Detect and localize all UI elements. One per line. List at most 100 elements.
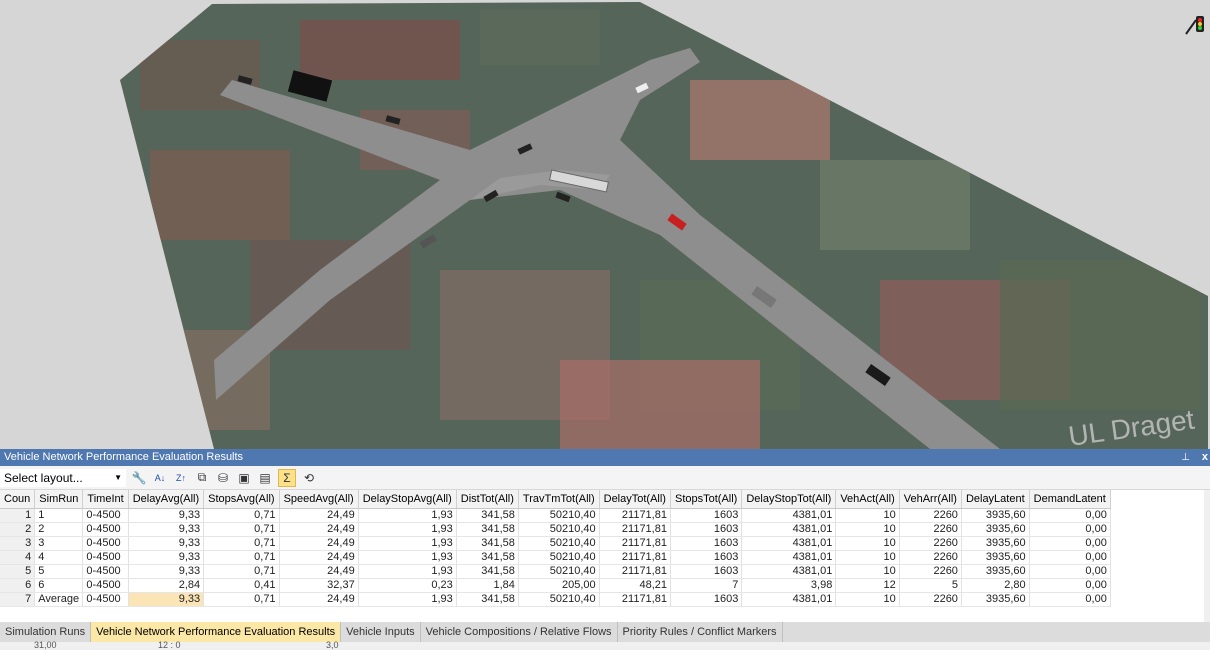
table-cell[interactable]: 341,58	[456, 508, 519, 523]
table-cell[interactable]: 2260	[899, 536, 962, 551]
table-cell[interactable]: 4381,01	[741, 564, 837, 579]
table-cell[interactable]: 3	[34, 536, 84, 551]
table-cell[interactable]: 24,49	[279, 522, 359, 537]
sum-icon[interactable]: Σ	[278, 468, 296, 487]
table-cell[interactable]: 0,00	[1029, 592, 1111, 607]
table-cell[interactable]: 341,58	[456, 592, 519, 607]
tab-vehicle-inputs[interactable]: Vehicle Inputs	[341, 622, 421, 642]
table-row[interactable]: 3 3 0-4500 9,33 0,71 24,49 1,93 341,58 50210,40 2…	[0, 536, 1111, 551]
table-cell[interactable]: 9,33	[128, 536, 205, 551]
table-cell[interactable]: 0,71	[203, 536, 280, 551]
table-cell[interactable]: 1,93	[358, 522, 457, 537]
table-cell[interactable]: 21171,81	[599, 592, 671, 607]
table-cell[interactable]: 21171,81	[599, 536, 671, 551]
save-as-icon[interactable]: ▤	[257, 470, 273, 486]
table-cell[interactable]: 24,49	[279, 592, 359, 607]
table-cell[interactable]: 21171,81	[599, 522, 671, 537]
table-cell[interactable]: 24,49	[279, 508, 359, 523]
table-cell[interactable]: 10	[835, 522, 900, 537]
table-cell[interactable]: 0,41	[203, 578, 280, 593]
table-cell[interactable]: 21171,81	[599, 508, 671, 523]
table-cell[interactable]: 32,37	[279, 578, 359, 593]
table-row[interactable]: 4 4 0-4500 9,33 0,71 24,49 1,93 341,58 50210,40 2…	[0, 550, 1111, 565]
table-cell[interactable]: 50210,40	[518, 564, 600, 579]
table-cell[interactable]: 5	[899, 578, 962, 593]
results-grid[interactable]: Coun SimRun TimeInt DelayAvg(All) StopsAvg(A…	[0, 490, 1210, 622]
close-icon[interactable]: x	[1202, 449, 1208, 466]
column-header[interactable]: DelayLatent	[961, 490, 1030, 509]
table-cell[interactable]: 4381,01	[741, 522, 837, 537]
table-cell[interactable]: 1603	[670, 592, 743, 607]
copy-icon[interactable]: ⧉	[194, 470, 210, 486]
table-cell[interactable]: 2,80	[961, 578, 1030, 593]
column-header[interactable]: DelayStopAvg(All)	[358, 490, 457, 509]
column-header[interactable]: VehArr(All)	[899, 490, 962, 509]
table-cell[interactable]: 0-4500	[82, 564, 129, 579]
table-cell[interactable]: 0-4500	[82, 508, 129, 523]
network-3d-viewport[interactable]: UL Draget	[0, 0, 1210, 449]
table-cell[interactable]: 7	[670, 578, 743, 593]
table-cell[interactable]: 9,33	[128, 592, 205, 607]
table-row[interactable]: 6 6 0-4500 2,84 0,41 32,37 0,23 1,84 205,00 48,21…	[0, 578, 1111, 593]
table-cell[interactable]: 10	[835, 564, 900, 579]
table-row[interactable]: 7 Average 0-4500 9,33 0,71 24,49 1,93 341,58 502…	[0, 592, 1111, 607]
table-cell[interactable]: 2,84	[128, 578, 205, 593]
table-cell[interactable]: 50210,40	[518, 550, 600, 565]
table-cell[interactable]: 0,23	[358, 578, 457, 593]
table-cell[interactable]: 3935,60	[961, 550, 1030, 565]
table-cell[interactable]: 50210,40	[518, 508, 600, 523]
table-cell[interactable]: 21171,81	[599, 550, 671, 565]
tab-priority-rules-conflict-markers[interactable]: Priority Rules / Conflict Markers	[618, 622, 783, 642]
table-cell[interactable]: 3935,60	[961, 564, 1030, 579]
table-cell[interactable]: 2	[34, 522, 84, 537]
table-row[interactable]: 5 5 0-4500 9,33 0,71 24,49 1,93 341,58 50210,40 2…	[0, 564, 1111, 579]
table-cell[interactable]: 0-4500	[82, 550, 129, 565]
table-cell[interactable]: 9,33	[128, 564, 205, 579]
table-cell[interactable]: 2260	[899, 592, 962, 607]
column-header[interactable]: DistTot(All)	[456, 490, 519, 509]
table-cell[interactable]: 2260	[899, 564, 962, 579]
column-header[interactable]: DelayStopTot(All)	[741, 490, 837, 509]
table-cell[interactable]: 341,58	[456, 536, 519, 551]
column-header[interactable]: Coun	[0, 490, 36, 509]
column-header[interactable]: SpeedAvg(All)	[279, 490, 359, 509]
table-cell[interactable]: 341,58	[456, 550, 519, 565]
table-row[interactable]: 2 2 0-4500 9,33 0,71 24,49 1,93 341,58 50210,40 2…	[0, 522, 1111, 537]
table-cell[interactable]: 10	[835, 550, 900, 565]
table-cell[interactable]: Average	[34, 592, 84, 607]
table-cell[interactable]: 3935,60	[961, 508, 1030, 523]
table-cell[interactable]: 0,71	[203, 508, 280, 523]
sort-ascending-icon[interactable]: A↓	[152, 470, 168, 486]
table-cell[interactable]: 9,33	[128, 550, 205, 565]
table-cell[interactable]: 1,93	[358, 550, 457, 565]
vertical-scrollbar[interactable]	[1204, 490, 1210, 622]
table-cell[interactable]: 0,71	[203, 550, 280, 565]
column-header[interactable]: DelayAvg(All)	[128, 490, 205, 509]
table-cell[interactable]: 1,93	[358, 564, 457, 579]
tab-simulation-runs[interactable]: Simulation Runs	[0, 622, 92, 642]
column-header[interactable]: TimeInt	[82, 490, 129, 509]
column-header[interactable]: TravTmTot(All)	[518, 490, 600, 509]
table-cell[interactable]: 0,71	[203, 564, 280, 579]
table-cell[interactable]: 2260	[899, 550, 962, 565]
database-icon[interactable]: ⛁	[215, 470, 231, 486]
tab-vehicle-network-performance-evaluation-results[interactable]: Vehicle Network Performance Evaluation R…	[91, 622, 342, 642]
table-cell[interactable]: 21171,81	[599, 564, 671, 579]
table-cell[interactable]: 9,33	[128, 508, 205, 523]
table-cell[interactable]: 24,49	[279, 564, 359, 579]
table-cell[interactable]: 0,00	[1029, 550, 1111, 565]
table-cell[interactable]: 4381,01	[741, 536, 837, 551]
table-cell[interactable]: 1,93	[358, 592, 457, 607]
table-cell[interactable]: 24,49	[279, 550, 359, 565]
table-cell[interactable]: 48,21	[599, 578, 671, 593]
column-header[interactable]: DemandLatent	[1029, 490, 1111, 509]
table-cell[interactable]: 1603	[670, 550, 743, 565]
table-cell[interactable]: 0,00	[1029, 578, 1111, 593]
table-cell[interactable]: 4	[34, 550, 84, 565]
table-cell[interactable]: 1	[34, 508, 84, 523]
table-cell[interactable]: 4381,01	[741, 592, 837, 607]
history-icon[interactable]: ⟲	[301, 470, 317, 486]
table-cell[interactable]: 3935,60	[961, 536, 1030, 551]
table-cell[interactable]: 1603	[670, 508, 743, 523]
table-cell[interactable]: 10	[835, 592, 900, 607]
